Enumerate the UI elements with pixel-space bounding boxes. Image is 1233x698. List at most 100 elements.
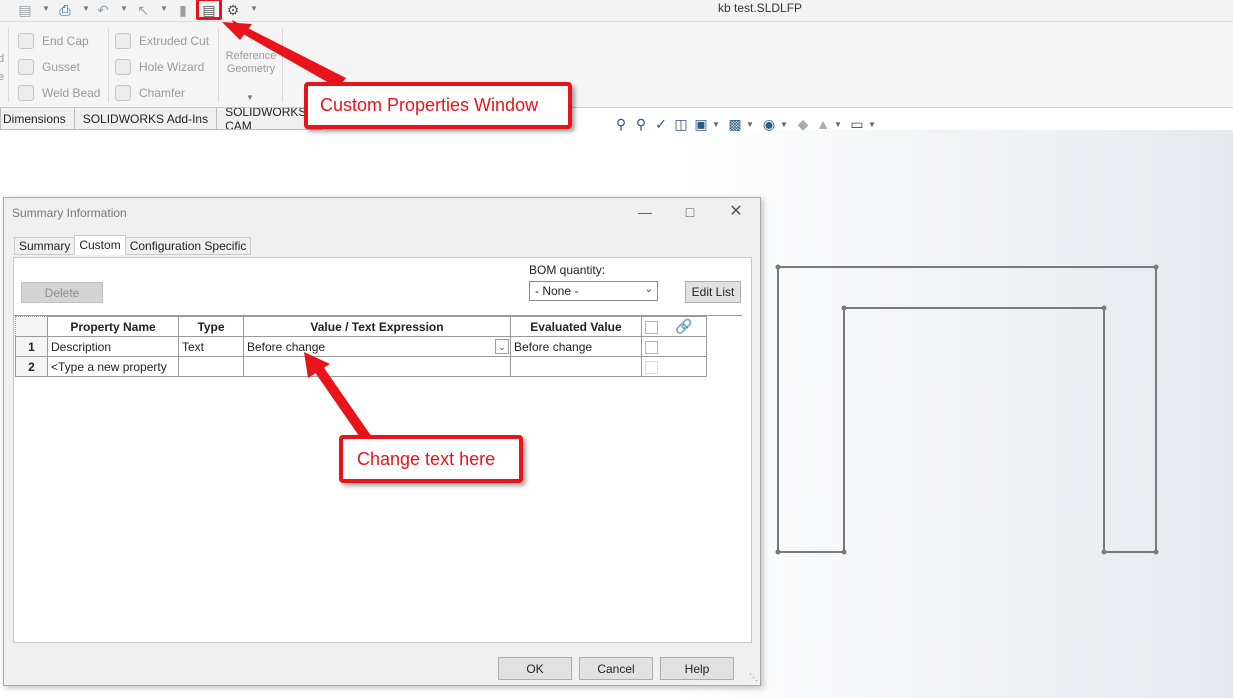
table-row: 2 <Type a new property <box>15 356 707 377</box>
end-cap-label: End Cap <box>42 34 89 48</box>
table-header-row: Property Name Type Value / Text Expressi… <box>15 316 707 337</box>
property-name-cell[interactable]: <Type a new property <box>47 356 179 377</box>
value-expression-cell[interactable]: Before change ⌄ <box>243 336 511 357</box>
ok-button[interactable]: OK <box>498 657 572 680</box>
chamfer-button[interactable]: Chamfer <box>115 84 185 102</box>
hide-show-dropdown-icon[interactable]: ▼ <box>780 115 788 133</box>
ribbon-edge-label: e <box>0 71 5 83</box>
reference-geometry-button[interactable]: Reference Geometry <box>224 50 278 76</box>
link-icon: 🔗 <box>675 318 693 334</box>
extruded-cut-icon <box>115 33 131 49</box>
weld-bead-button[interactable]: Weld Bead <box>18 84 100 102</box>
hole-wizard-label: Hole Wizard <box>139 60 205 74</box>
maximize-icon[interactable]: □ <box>682 204 698 220</box>
display-style-dropdown-icon[interactable]: ▼ <box>746 115 754 133</box>
end-cap-button[interactable]: End Cap <box>18 32 89 50</box>
print-icon[interactable]: ⎙ <box>56 1 74 19</box>
bom-quantity-label: BOM quantity: <box>529 263 606 277</box>
view-orientation-dropdown-icon[interactable]: ▼ <box>712 115 720 133</box>
section-view-icon[interactable]: ◫ <box>672 115 690 133</box>
undo-icon[interactable]: ↶ <box>94 1 112 19</box>
link-checkbox-cell <box>641 356 707 377</box>
delete-button[interactable]: Delete <box>21 282 103 303</box>
chevron-down-icon[interactable]: ⌄ <box>495 339 509 354</box>
property-type-cell[interactable]: Text <box>178 336 244 357</box>
cancel-button[interactable]: Cancel <box>579 657 653 680</box>
ribbon-edge-label: d <box>0 53 5 65</box>
edit-appearance-icon[interactable]: ◆ <box>794 115 812 133</box>
ribbon-separator <box>108 28 109 102</box>
select-all-checkbox[interactable] <box>645 321 658 335</box>
apply-scene-icon[interactable]: ▲ <box>814 115 832 133</box>
value-expression-cell[interactable] <box>243 356 511 377</box>
view-settings-dropdown-icon[interactable]: ▼ <box>868 115 876 133</box>
view-settings-monitor-icon[interactable]: ▭ <box>848 115 866 133</box>
hole-wizard-button[interactable]: Hole Wizard <box>115 58 204 76</box>
tab-custom[interactable]: Custom <box>74 235 126 255</box>
select-dropdown-icon[interactable]: ▼ <box>160 4 168 13</box>
apply-scene-dropdown-icon[interactable]: ▼ <box>834 115 842 133</box>
row-selector-corner[interactable] <box>15 316 48 337</box>
tab-solidworks-add-ins[interactable]: SOLIDWORKS Add-Ins <box>73 108 218 130</box>
dialog-title: Summary Information <box>12 206 127 220</box>
link-checkbox[interactable] <box>645 340 658 354</box>
row-number[interactable]: 2 <box>15 356 48 377</box>
zoom-to-area-icon[interactable]: ⚲ <box>632 115 650 133</box>
chevron-down-icon: ⌄ <box>644 284 653 295</box>
tab-configuration-specific[interactable]: Configuration Specific <box>124 237 252 255</box>
sketch-outline <box>777 266 1157 553</box>
extruded-cut-button[interactable]: Extruded Cut <box>115 32 209 50</box>
bom-quantity-value: - None - <box>535 284 579 298</box>
custom-properties-table: Property Name Type Value / Text Expressi… <box>15 316 707 377</box>
extruded-cut-label: Extruded Cut <box>139 34 210 48</box>
display-style-icon[interactable]: ▩ <box>726 115 744 133</box>
help-button[interactable]: Help <box>660 657 734 680</box>
custom-properties-highlight <box>196 0 222 20</box>
property-type-cell[interactable] <box>178 356 244 377</box>
property-name-cell[interactable]: Description <box>47 336 179 357</box>
options-dropdown-icon[interactable]: ▼ <box>250 4 258 13</box>
close-icon[interactable]: ✕ <box>728 204 744 220</box>
reference-geometry-dropdown-icon[interactable]: ▼ <box>246 88 254 106</box>
minimize-icon[interactable]: — <box>637 204 653 220</box>
print-dropdown-icon[interactable]: ▼ <box>82 4 90 13</box>
gusset-button[interactable]: Gusset <box>18 58 80 76</box>
link-checkbox[interactable] <box>645 360 658 374</box>
column-header-evaluated-value: Evaluated Value <box>510 316 642 337</box>
chamfer-icon <box>115 85 131 101</box>
save-dropdown-icon[interactable]: ▼ <box>42 4 50 13</box>
command-manager-tabs: Dimensions SOLIDWORKS Add-Ins SOLIDWORKS… <box>0 108 323 130</box>
column-header-value: Value / Text Expression <box>243 316 511 337</box>
callout-custom-properties: Custom Properties Window <box>304 82 572 129</box>
dialog-tabs: Summary Custom Configuration Specific <box>14 235 252 255</box>
view-orientation-icon[interactable]: ▣ <box>692 115 710 133</box>
weld-bead-icon <box>18 85 34 101</box>
row-number[interactable]: 1 <box>15 336 48 357</box>
gusset-icon <box>18 59 34 75</box>
undo-dropdown-icon[interactable]: ▼ <box>120 4 128 13</box>
hole-wizard-icon <box>115 59 131 75</box>
gusset-label: Gusset <box>42 60 81 74</box>
table-row: 1 Description Text Before change ⌄ Befor… <box>15 336 707 357</box>
hide-show-items-icon[interactable]: ◉ <box>760 115 778 133</box>
save-icon[interactable]: ▤ <box>16 1 34 19</box>
column-header-link: 🔗 <box>641 316 707 337</box>
ribbon-separator <box>218 28 219 102</box>
title-bar: ▤ ▼ ⎙ ▼ ↶ ▼ ↖ ▼ ▮ ▤ ⚙ ▼ kb test.SLDLFP <box>0 0 1233 22</box>
tab-dimensions[interactable]: Dimensions <box>0 108 75 130</box>
tab-summary[interactable]: Summary <box>14 237 76 255</box>
bom-quantity-select[interactable]: - None - ⌄ <box>529 281 658 301</box>
end-cap-icon <box>18 33 34 49</box>
heads-up-view-toolbar: ⚲ ⚲ ✓ ◫ ▣ ▼ ▩ ▼ ◉ ▼ ◆ ▲ ▼ ▭ ▼ <box>612 114 882 134</box>
ribbon-separator <box>8 28 9 102</box>
previous-view-icon[interactable]: ✓ <box>652 115 670 133</box>
select-icon[interactable]: ↖ <box>134 1 152 19</box>
weld-bead-label: Weld Bead <box>42 86 101 100</box>
edit-list-button[interactable]: Edit List <box>685 281 741 303</box>
resize-grip-icon[interactable]: ⋱ <box>749 672 758 683</box>
ribbon-separator <box>282 28 283 102</box>
options-gear-icon[interactable]: ⚙ <box>224 1 242 19</box>
rebuild-icon[interactable]: ▮ <box>174 1 192 19</box>
link-checkbox-cell <box>641 336 707 357</box>
zoom-to-fit-icon[interactable]: ⚲ <box>612 115 630 133</box>
